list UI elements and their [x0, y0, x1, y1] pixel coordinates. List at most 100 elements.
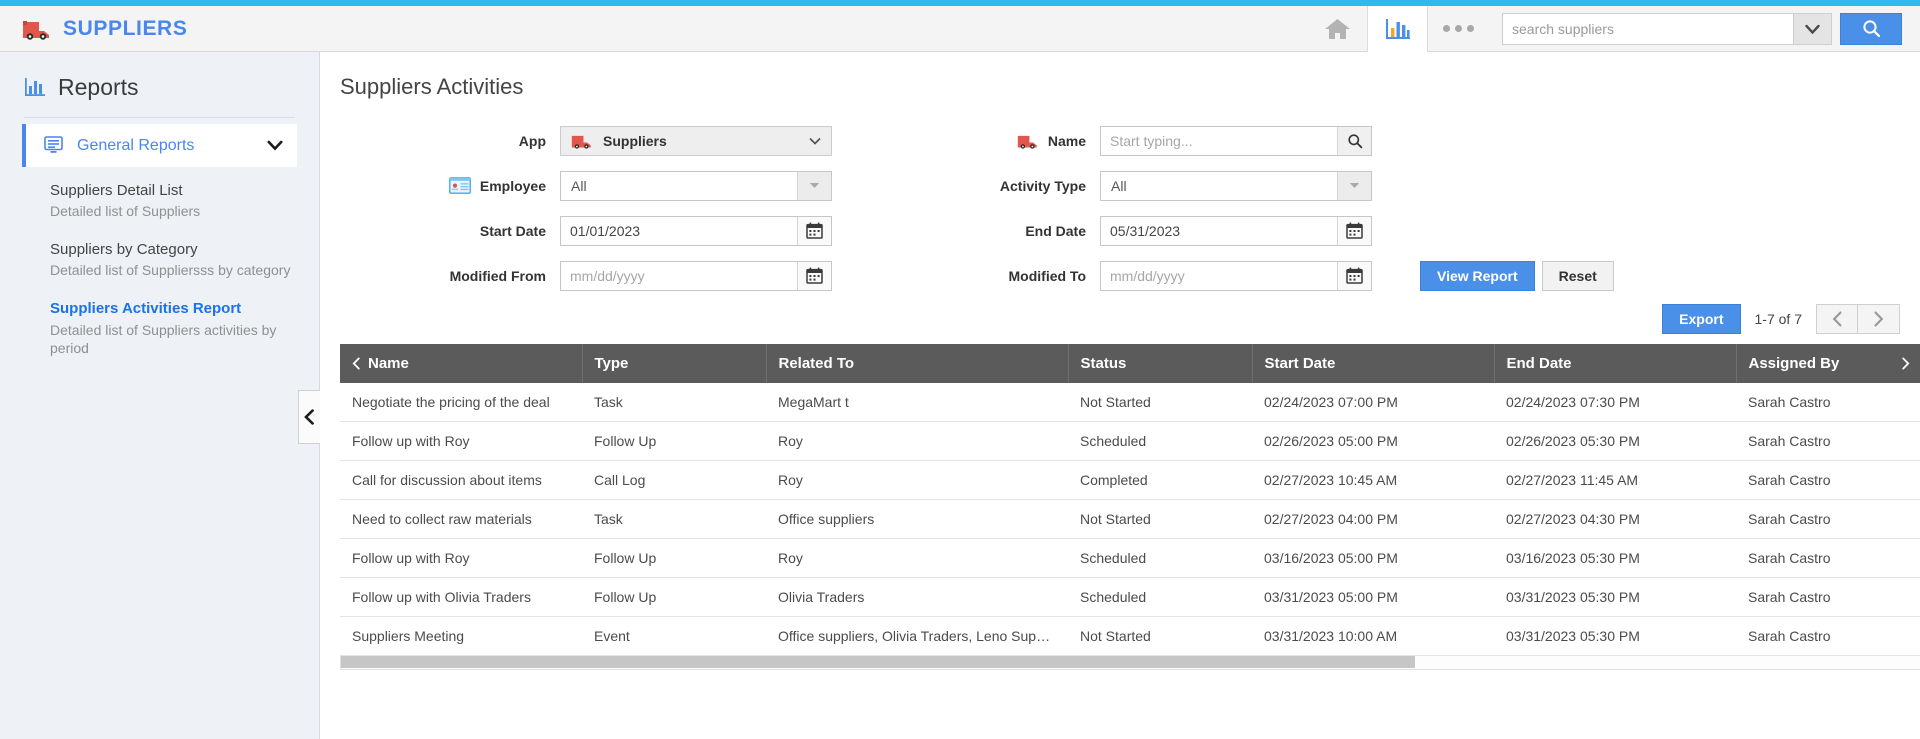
- search-box: [1502, 12, 1832, 45]
- app-select[interactable]: Suppliers: [560, 125, 832, 156]
- cell-assigned-by: Sarah Castro: [1736, 383, 1920, 422]
- calendar-icon[interactable]: [797, 261, 831, 290]
- table-row[interactable]: Suppliers Meeting Event Office suppliers…: [340, 616, 1920, 656]
- report-screen-icon: [44, 136, 64, 155]
- filter-name-label-text: Name: [1047, 132, 1086, 149]
- calendar-icon[interactable]: [797, 216, 831, 245]
- search-scope-chevron-down-icon[interactable]: [1793, 13, 1831, 44]
- filter-start-date: Start Date: [340, 208, 860, 253]
- main-content: Suppliers Activities App Suppliers Emplo…: [320, 52, 1920, 739]
- column-header-end-date[interactable]: End Date: [1494, 344, 1737, 383]
- column-header-name[interactable]: Name: [340, 344, 583, 383]
- filter-modified-to-control: [1100, 260, 1372, 291]
- column-header-start-date[interactable]: Start Date: [1252, 344, 1495, 383]
- sidebar-item-label: Suppliers Detail List: [50, 182, 183, 199]
- export-button[interactable]: Export: [1662, 304, 1741, 334]
- filter-start-date-label: Start Date: [479, 222, 546, 239]
- sidebar-group-general-reports[interactable]: General Reports: [22, 124, 297, 167]
- modified-from-field: [560, 260, 832, 291]
- filter-end-date: End Date: [860, 208, 1420, 253]
- column-header-assigned-by[interactable]: Assigned By: [1736, 344, 1920, 383]
- pager-buttons: [1816, 304, 1900, 334]
- table-horizontal-scrollbar[interactable]: [340, 656, 1920, 670]
- start-date-input[interactable]: [561, 216, 797, 245]
- table-row[interactable]: Follow up with Roy Follow Up Roy Schedul…: [340, 421, 1920, 461]
- sidebar-collapse-button[interactable]: [298, 390, 320, 444]
- cell-start-date: 02/27/2023 10:45 AM: [1252, 460, 1494, 500]
- column-header-status[interactable]: Status: [1068, 344, 1253, 383]
- cell-name: Call for discussion about items: [340, 460, 582, 500]
- search-button[interactable]: [1840, 12, 1902, 45]
- name-input[interactable]: [1101, 126, 1337, 155]
- filter-end-date-control: [1100, 215, 1372, 246]
- sidebar-item-suppliers-activities-report[interactable]: Suppliers Activities Report Detailed lis…: [50, 299, 293, 358]
- filter-app-control: Suppliers: [560, 125, 832, 156]
- column-header-label: Status: [1080, 355, 1127, 372]
- table-row[interactable]: Follow up with Roy Follow Up Roy Schedul…: [340, 538, 1920, 578]
- calendar-icon[interactable]: [1337, 261, 1371, 290]
- table-row[interactable]: Call for discussion about items Call Log…: [340, 460, 1920, 500]
- sidebar-item-suppliers-by-category[interactable]: Suppliers by Category Detailed list of S…: [50, 240, 293, 280]
- cell-status: Not Started: [1068, 499, 1252, 539]
- cell-type: Follow Up: [582, 577, 766, 617]
- cell-start-date: 03/31/2023 05:00 PM: [1252, 577, 1494, 617]
- cell-type: Event: [582, 616, 766, 656]
- app-brand[interactable]: SUPPLIERS: [0, 17, 187, 41]
- column-header-label: Start Date: [1264, 355, 1336, 372]
- chevron-left-icon: [352, 357, 361, 370]
- cell-assigned-by: Sarah Castro: [1736, 616, 1920, 656]
- filter-start-date-control: [560, 215, 832, 246]
- filter-actions: View Report Reset: [1420, 253, 1614, 298]
- filter-name-label: Name: [860, 133, 1100, 149]
- cell-start-date: 02/24/2023 07:00 PM: [1252, 383, 1494, 422]
- cell-assigned-by: Sarah Castro: [1736, 499, 1920, 539]
- cell-status: Scheduled: [1068, 538, 1252, 578]
- table-row[interactable]: Negotiate the pricing of the deal Task M…: [340, 383, 1920, 422]
- cell-end-date: 02/27/2023 11:45 AM: [1494, 460, 1736, 500]
- name-lookup-search-icon[interactable]: [1337, 126, 1371, 155]
- filter-activity-type-label: Activity Type: [999, 177, 1086, 194]
- more-dots-icon[interactable]: [1428, 6, 1488, 52]
- next-page-button[interactable]: [1858, 304, 1900, 334]
- column-header-related-to[interactable]: Related To: [766, 344, 1069, 383]
- sidebar-item-suppliers-detail-list[interactable]: Suppliers Detail List Detailed list of S…: [50, 181, 293, 221]
- scrollbar-thumb[interactable]: [341, 656, 1416, 668]
- activity-type-select[interactable]: All: [1100, 170, 1372, 201]
- top-bar: SUPPLIERS: [0, 5, 1920, 52]
- cell-end-date: 02/26/2023 05:30 PM: [1494, 421, 1736, 461]
- sidebar: Reports General Reports Suppliers Detail…: [0, 52, 320, 739]
- reset-button[interactable]: Reset: [1541, 260, 1614, 291]
- chevron-down-icon[interactable]: [267, 140, 283, 151]
- filter-modified-from-label: Modified From: [449, 267, 546, 284]
- bar-chart-icon[interactable]: [1368, 5, 1428, 52]
- cell-assigned-by: Sarah Castro: [1736, 577, 1920, 617]
- truck-icon: [1017, 133, 1039, 149]
- column-header-label: End Date: [1506, 355, 1572, 372]
- cell-status: Scheduled: [1068, 577, 1252, 617]
- modified-from-input[interactable]: [561, 261, 797, 290]
- chevron-right-icon[interactable]: [1901, 357, 1910, 370]
- cell-type: Follow Up: [582, 421, 766, 461]
- end-date-input[interactable]: [1101, 216, 1337, 245]
- table-row[interactable]: Need to collect raw materials Task Offic…: [340, 499, 1920, 539]
- filter-employee: Employee All: [340, 163, 860, 208]
- search-input[interactable]: [1503, 13, 1793, 44]
- filter-employee-control: All: [560, 170, 832, 201]
- caret-down-icon[interactable]: [797, 171, 831, 200]
- view-report-button[interactable]: View Report: [1420, 260, 1535, 291]
- home-icon[interactable]: [1308, 5, 1368, 52]
- calendar-icon[interactable]: [1337, 216, 1371, 245]
- brand-title: SUPPLIERS: [63, 16, 188, 40]
- cell-status: Not Started: [1068, 383, 1252, 422]
- previous-page-button[interactable]: [1816, 304, 1858, 334]
- column-header-type[interactable]: Type: [582, 344, 767, 383]
- report-table-container: Name Type Related To Status Start Date E…: [320, 344, 1920, 656]
- cell-related-to: Roy: [766, 421, 1068, 461]
- cell-assigned-by: Sarah Castro: [1736, 460, 1920, 500]
- caret-down-icon[interactable]: [1337, 171, 1371, 200]
- table-row[interactable]: Follow up with Olivia Traders Follow Up …: [340, 577, 1920, 617]
- cell-status: Completed: [1068, 460, 1252, 500]
- employee-select[interactable]: All: [560, 170, 832, 201]
- top-bar-actions: [1308, 5, 1920, 52]
- modified-to-input[interactable]: [1101, 261, 1337, 290]
